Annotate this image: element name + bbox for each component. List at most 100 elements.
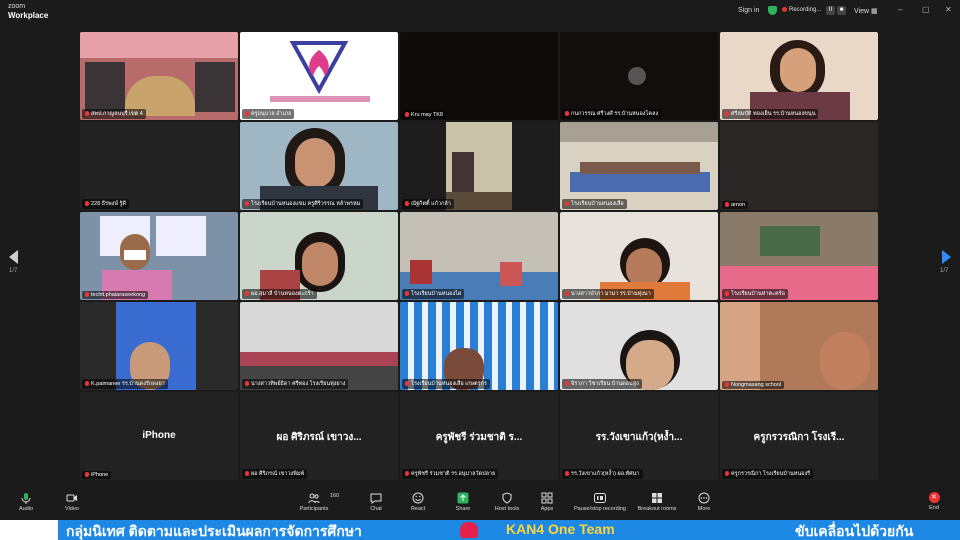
participant-tile[interactable]: โรงเรียนบ้านหนองไผ่: [400, 212, 558, 300]
participant-tile[interactable]: นางสาวบำภา มามา รร.บ้านทุ่งนา: [560, 212, 718, 300]
participant-tile[interactable]: นางสาวทิพย์ธิดา ศรีทอง โรงเรียนทุ่งยาง: [240, 302, 398, 390]
participants-label: Participants: [299, 506, 329, 512]
participant-video: [400, 32, 558, 120]
muted-mic-icon: [405, 201, 409, 207]
participant-tile[interactable]: techit.phataraseekong: [80, 212, 238, 300]
share-label: Share: [455, 506, 471, 512]
participant-name: โรงเรียนบ้านหนองเสือ: [562, 199, 627, 209]
participant-tile[interactable]: 228 ธีรพงษ์ รู้ดี: [80, 122, 238, 210]
muted-mic-icon: [85, 472, 89, 478]
grid-icon: ▦: [871, 8, 878, 15]
participant-tile[interactable]: โรงเรียนบ้านหนองเสือ เกษตรกร: [400, 302, 558, 390]
participant-name: arnon: [722, 201, 749, 209]
participant-name: techit.phataraseekong: [82, 291, 149, 299]
pause-stop-recording-button[interactable]: Pause/stop recording: [566, 492, 634, 512]
participant-tile[interactable]: จิราภา วิชาเรียน บ้านดอนสูง: [560, 302, 718, 390]
participant-tile[interactable]: arnon: [720, 122, 878, 210]
display-name-large: ผอ ศิริภรณ์ เขาวง...: [276, 432, 362, 443]
participants-count: 160: [330, 493, 340, 499]
participant-name-text: Kru may TK8: [411, 112, 443, 118]
participant-tile[interactable]: กนกวรรณ ศรีวงศ์ รร.บ้านหนองโคลง: [560, 32, 718, 120]
breakout-rooms-icon: [652, 493, 662, 503]
record-dot-icon: [782, 7, 787, 12]
participant-tile[interactable]: ผอ.สุมาลี บ้านหนองตะกร้า: [240, 212, 398, 300]
close-icon[interactable]: ✕: [945, 5, 952, 14]
display-name-large: ครูกรวรณิกา โรงเรี...: [753, 432, 845, 443]
muted-mic-icon: [725, 111, 729, 117]
participant-name: นางสาวบำภา มามา รร.บ้านทุ่งนา: [562, 289, 654, 299]
video-button[interactable]: Video: [50, 492, 94, 512]
breakout-rooms-button[interactable]: Breakout rooms: [632, 492, 682, 512]
participant-name: Nongmasang school: [722, 381, 785, 389]
audio-only-tile[interactable]: iPhone iPhone: [80, 392, 238, 480]
more-button[interactable]: More: [682, 492, 726, 512]
breakout-rooms-label: Breakout rooms: [637, 506, 677, 512]
audio-button[interactable]: Audio: [4, 492, 48, 512]
participant-name: ครูพัชรี ร่วมชาติ รร.อนุบาลวัดปลาย: [402, 469, 499, 479]
sign-in-link[interactable]: Sign in: [738, 7, 759, 14]
share-button[interactable]: Share: [441, 492, 485, 512]
participant-name: รร.วังเขาแก้ว(หง้ำ) ผอ.ทัศนา: [562, 469, 643, 479]
participant-name-text: โรงเรียนบ้านท่าตะคร้อ: [731, 291, 785, 297]
page-indicator-right: 1/7: [940, 268, 949, 274]
participant-tile[interactable]: Kru may TK8: [400, 32, 558, 120]
audio-only-tile[interactable]: ครูกรวรณิกา โรงเรี... ครูกรวรณิกา โรงเรีย…: [720, 392, 878, 480]
react-button[interactable]: React: [396, 492, 440, 512]
view-label: View: [854, 8, 870, 15]
view-button[interactable]: View ▦: [854, 7, 878, 15]
minimize-icon[interactable]: –: [898, 5, 902, 14]
video-label: Video: [65, 506, 79, 512]
audio-only-tile[interactable]: รร.วังเขาแก้ว(หง้ำ... รร.วังเขาแก้ว(หง้ำ)…: [560, 392, 718, 480]
participant-video: [240, 32, 398, 120]
participant-name: Kru may TK8: [402, 111, 446, 119]
chat-button[interactable]: Chat: [354, 492, 398, 512]
participant-name: นางสาวทิพย์ธิดา ศรีทอง โรงเรียนทุ่งยาง: [242, 379, 349, 389]
ticker-logo: [0, 520, 58, 540]
react-label: React: [410, 506, 426, 512]
participant-tile[interactable]: โรงเรียนบ้านหนองแขม ครูศิริวรรณ หล้าพรหม: [240, 122, 398, 210]
participant-name-text: โรงเรียนบ้านหนองเสือ เกษตรกร: [411, 381, 487, 387]
participant-video: [80, 302, 238, 390]
participant-tile[interactable]: ครูอนุบาล อำเภอ: [240, 32, 398, 120]
muted-mic-icon: [85, 111, 89, 117]
muted-mic-icon: [565, 111, 569, 117]
participant-name-text: โรงเรียนบ้านหนองไผ่: [411, 291, 462, 297]
participant-tile[interactable]: ณัฐกิตติ์ แก้วกล้า: [400, 122, 558, 210]
recording-label: Recording...: [789, 7, 822, 14]
apps-button[interactable]: Apps: [525, 492, 569, 512]
muted-mic-icon: [725, 291, 729, 297]
maximize-icon[interactable]: ▢: [922, 5, 930, 14]
chat-label: Chat: [370, 506, 382, 512]
participant-tile[interactable]: K.paimanee รร.บ้านดงรักดงยา: [80, 302, 238, 390]
next-page-arrow-icon[interactable]: [942, 250, 951, 264]
display-name-large: ครูพัชรี ร่วมชาติ ร...: [435, 432, 523, 443]
muted-mic-icon: [565, 291, 569, 297]
participant-tile[interactable]: โรงเรียนบ้านท่าตะคร้อ: [720, 212, 878, 300]
participant-name: สพป.กาญจนบุรี เขต 4: [82, 109, 146, 119]
stop-recording-button[interactable]: ■: [837, 6, 846, 15]
ticker-text-2: KAN4 One Team: [506, 521, 615, 537]
video-grid: สพป.กาญจนบุรี เขต 4 ครูอนุบาล อำเภอ Kru ma…: [80, 32, 880, 482]
prev-page-arrow-icon[interactable]: [9, 250, 18, 264]
end-button[interactable]: ✕ End: [914, 492, 954, 511]
audio-only-tile[interactable]: ผอ ศิริภรณ์ เขาวง... ผอ ศิริภรณ์ เขาวงพิม…: [240, 392, 398, 480]
participant-name-text: arnon: [731, 202, 746, 208]
pause-recording-button[interactable]: II: [826, 6, 835, 15]
muted-mic-icon: [565, 201, 569, 207]
participant-tile[interactable]: ศรีสมบัติ ทองเย็น รร.บ้านหนองขนุน: [720, 32, 878, 120]
audio-only-tile[interactable]: ครูพัชรี ร่วมชาติ ร... ครูพัชรี ร่วมชาติ …: [400, 392, 558, 480]
participant-tile[interactable]: Nongmasang school: [720, 302, 878, 390]
participant-tile[interactable]: โรงเรียนบ้านหนองเสือ: [560, 122, 718, 210]
participant-name: iPhone: [82, 471, 112, 479]
participant-tile[interactable]: สพป.กาญจนบุรี เขต 4: [80, 32, 238, 120]
ticker-text-3: ขับเคลื่อนไปด้วยกัน: [795, 523, 914, 539]
participant-name: จิราภา วิชาเรียน บ้านดอนสูง: [562, 379, 642, 389]
muted-mic-icon: [245, 381, 249, 387]
shield-icon[interactable]: [768, 6, 777, 15]
more-label: More: [697, 506, 711, 512]
participant-name: ศรีสมบัติ ทองเย็น รร.บ้านหนองขนุน: [722, 109, 819, 119]
host-tools-button[interactable]: Host tools: [485, 492, 529, 512]
participant-name-text: รร.วังเขาแก้ว(หง้ำ) ผอ.ทัศนา: [571, 471, 640, 477]
participant-video: [720, 122, 878, 210]
brand-workplace: Workplace: [8, 11, 49, 20]
